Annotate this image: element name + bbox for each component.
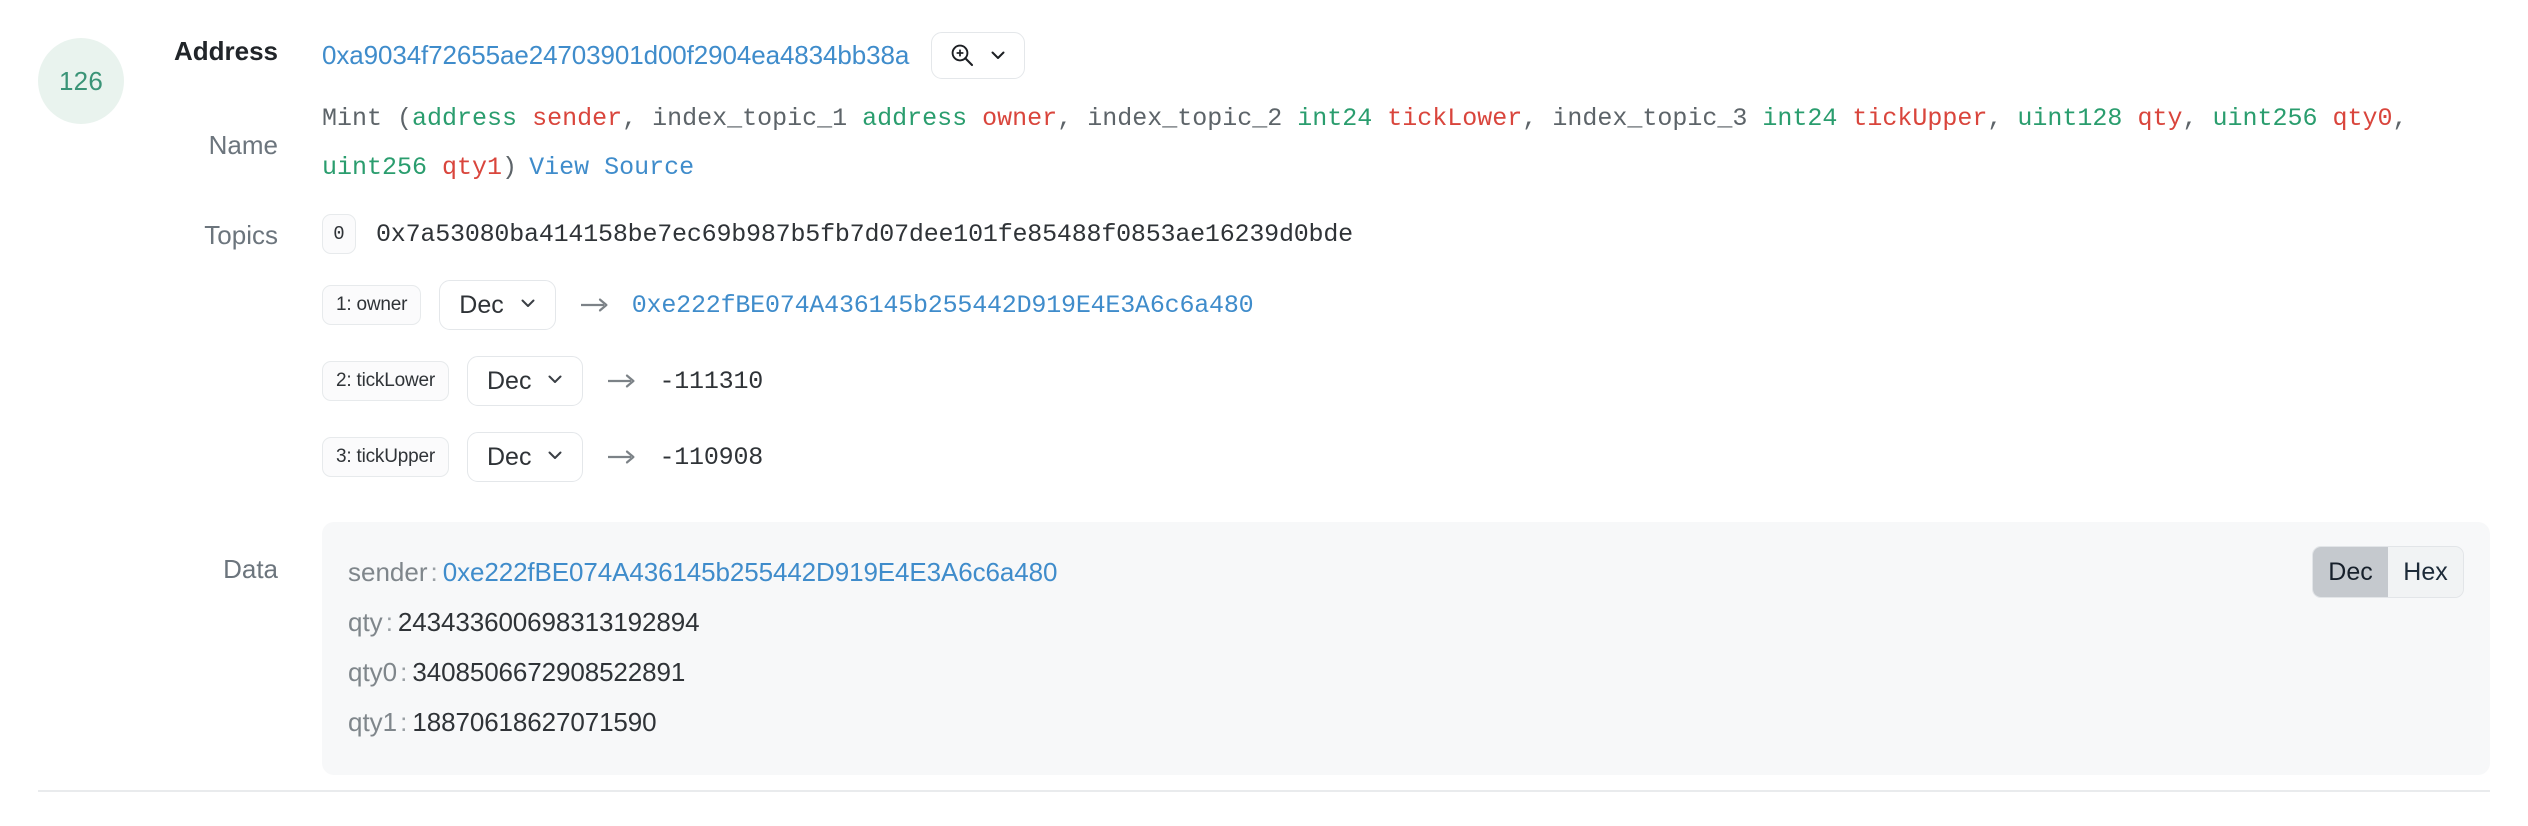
signature-open-paren: ( bbox=[382, 104, 413, 133]
data-field-key: sender bbox=[348, 557, 428, 587]
param-type: int24 bbox=[1762, 104, 1853, 133]
signature-separator: , bbox=[1057, 104, 1088, 133]
topic-format-select[interactable]: Dec bbox=[466, 356, 584, 406]
data-field-line: qty0:3408506672908522891 bbox=[348, 647, 2454, 697]
data-field-value: 243433600698313192894 bbox=[397, 607, 700, 637]
topic-index-badge: 1: owner bbox=[322, 285, 422, 325]
signature-separator: , bbox=[1522, 104, 1553, 133]
arrow-right-icon bbox=[580, 296, 610, 314]
address-lookup-button[interactable] bbox=[931, 31, 1026, 79]
param-indexed-marker: index_topic_3 bbox=[1552, 104, 1763, 133]
signature-separator: , bbox=[2392, 104, 2408, 133]
topic-format-value: Dec bbox=[459, 290, 504, 319]
param-name: owner bbox=[982, 104, 1058, 133]
topic-hash-value: 0x7a53080ba414158be7ec69b987b5fb7d07dee1… bbox=[376, 219, 1353, 249]
chevron-down-icon bbox=[988, 45, 1008, 65]
data-label: Data bbox=[223, 554, 278, 584]
decoded-data-fields: sender:0xe222fBE074A436145b255442D919E4E… bbox=[348, 547, 2454, 747]
param-indexed-marker: index_topic_2 bbox=[1087, 104, 1298, 133]
data-field-colon: : bbox=[400, 707, 408, 737]
magnifier-plus-icon bbox=[949, 42, 975, 68]
topic-format-select[interactable]: Dec bbox=[466, 432, 584, 482]
entry-divider bbox=[38, 790, 2490, 792]
topic-format-select[interactable]: Dec bbox=[439, 280, 556, 330]
param-name: qty1 bbox=[442, 153, 503, 182]
signature-separator: , bbox=[2182, 104, 2213, 133]
data-row: Data sender:0xe222fBE074A436145b255442D9… bbox=[0, 522, 2528, 775]
param-type: address bbox=[412, 104, 533, 133]
topic-index-badge: 2: tickLower bbox=[322, 361, 449, 401]
data-field-colon: : bbox=[400, 657, 408, 687]
decoded-data-panel: sender:0xe222fBE074A436145b255442D919E4E… bbox=[322, 522, 2490, 775]
chevron-down-icon bbox=[518, 291, 538, 320]
signature-separator: , bbox=[1987, 104, 2018, 133]
topic-row: 3: tickUpper Dec -110908 bbox=[322, 432, 2528, 482]
topic-index-badge: 0 bbox=[322, 214, 356, 254]
data-field-colon: : bbox=[430, 557, 438, 587]
topic-decoded-value: -111310 bbox=[659, 366, 764, 396]
param-type: address bbox=[862, 104, 983, 133]
topic-format-value: Dec bbox=[486, 442, 532, 471]
signature-close-paren: ) bbox=[502, 153, 518, 182]
data-field-key: qty bbox=[348, 607, 383, 637]
param-type: uint128 bbox=[2017, 104, 2138, 133]
name-row: Name Mint (address sender, index_topic_1… bbox=[0, 94, 2528, 192]
topics-label: Topics bbox=[204, 220, 278, 250]
data-field-address-link[interactable]: 0xe222fBE074A436145b255442D919E4E3A6c6a4… bbox=[443, 557, 1058, 587]
topic-address-link[interactable]: 0xe222fBE074A436145b255442D919E4E3A6c6a4… bbox=[632, 291, 1254, 320]
param-name: sender bbox=[532, 104, 623, 133]
data-field-line: qty1:18870618627071590 bbox=[348, 697, 2454, 747]
topics-list: 0 0x7a53080ba414158be7ec69b987b5fb7d07dee… bbox=[322, 214, 2528, 482]
data-field-key: qty1 bbox=[348, 707, 398, 737]
address-label: Address bbox=[173, 36, 278, 66]
topic-format-value: Dec bbox=[486, 366, 532, 395]
data-field-colon: : bbox=[385, 607, 393, 637]
address-row: Address 0xa9034f72655ae24703901d00f2904e… bbox=[0, 31, 2528, 79]
data-field-key: qty0 bbox=[348, 657, 398, 687]
param-indexed-marker: index_topic_1 bbox=[652, 104, 863, 133]
view-source-link[interactable]: View Source bbox=[529, 153, 694, 182]
name-label: Name bbox=[208, 130, 278, 160]
address-link[interactable]: 0xa9034f72655ae24703901d00f2904ea4834bb3… bbox=[322, 40, 909, 71]
topic-index-badge: 3: tickUpper bbox=[322, 437, 449, 477]
topic-decoded-value: -110908 bbox=[659, 442, 764, 472]
param-type: int24 bbox=[1297, 104, 1388, 133]
chevron-down-icon bbox=[545, 443, 565, 472]
topic-row: 1: owner Dec 0xe222fBE074A436145b255442D91… bbox=[322, 280, 2528, 330]
event-log-entry: 126 Address 0xa9034f72655ae24703901d00f2… bbox=[0, 0, 2528, 826]
data-field-value: 18870618627071590 bbox=[412, 707, 657, 737]
data-field-value: 3408506672908522891 bbox=[412, 657, 686, 687]
event-name: Mint bbox=[322, 104, 383, 133]
param-name: tickUpper bbox=[1852, 104, 1988, 133]
data-field-line: sender:0xe222fBE074A436145b255442D919E4E… bbox=[348, 547, 2454, 597]
arrow-right-icon bbox=[607, 448, 637, 466]
data-format-option-hex[interactable]: Hex bbox=[2388, 547, 2463, 597]
data-format-toggle[interactable]: Dec Hex bbox=[2312, 546, 2464, 598]
param-type: uint256 bbox=[2212, 104, 2333, 133]
data-format-option-dec[interactable]: Dec bbox=[2313, 547, 2388, 597]
topics-row: Topics 0 0x7a53080ba414158be7ec69b987b5fb… bbox=[0, 214, 2528, 482]
param-name: tickLower bbox=[1387, 104, 1523, 133]
topic-row: 2: tickLower Dec -111310 bbox=[322, 356, 2528, 406]
param-type: uint256 bbox=[322, 153, 443, 182]
event-signature: Mint (address sender, index_topic_1 addr… bbox=[322, 94, 2412, 192]
arrow-right-icon bbox=[607, 372, 637, 390]
param-name: qty bbox=[2137, 104, 2183, 133]
data-field-line: qty:243433600698313192894 bbox=[348, 597, 2454, 647]
chevron-down-icon bbox=[545, 367, 565, 396]
signature-separator: , bbox=[622, 104, 653, 133]
topic-row: 0 0x7a53080ba414158be7ec69b987b5fb7d07dee… bbox=[322, 214, 2528, 254]
log-detail-rows: Address 0xa9034f72655ae24703901d00f2904e… bbox=[0, 0, 2528, 775]
param-name: qty0 bbox=[2332, 104, 2393, 133]
